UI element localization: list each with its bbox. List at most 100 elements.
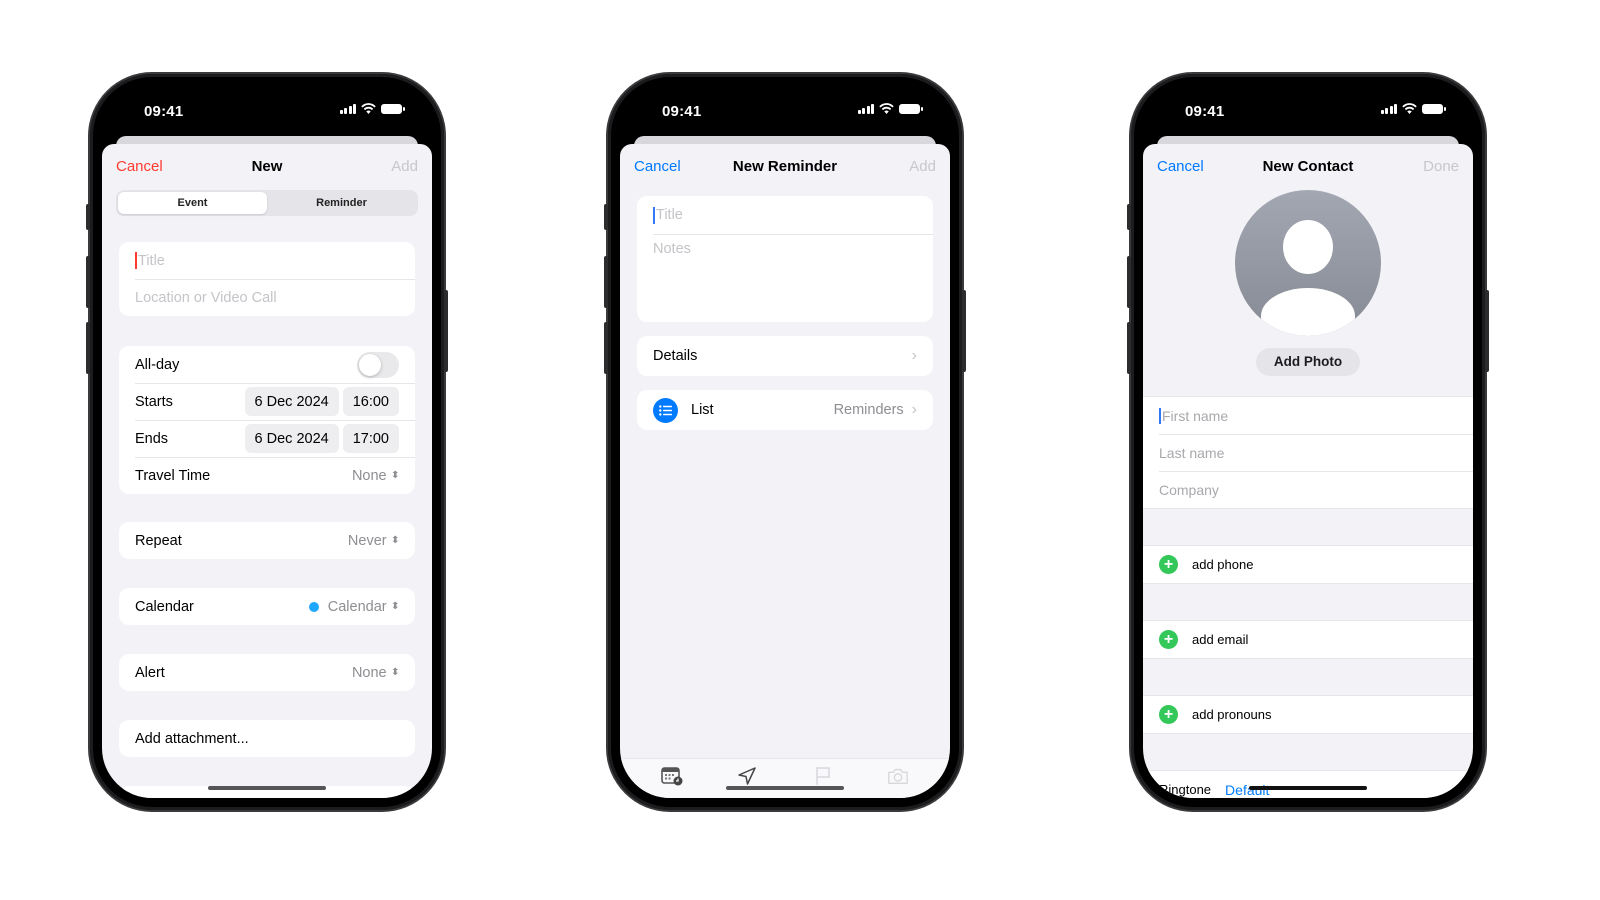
calendar-value: Calendar	[327, 598, 387, 615]
start-time-picker[interactable]: 16:00	[342, 387, 399, 416]
volume-up-button	[86, 256, 90, 308]
details-group: Details ›	[637, 336, 933, 376]
home-indicator[interactable]	[1249, 786, 1367, 790]
ringtone-label: Ringtone	[1159, 782, 1212, 797]
list-label: List	[691, 402, 714, 418]
add-button[interactable]: Add	[391, 158, 418, 175]
volume-up-button	[1127, 256, 1131, 308]
add-email-label: add email	[1192, 632, 1249, 647]
location-input[interactable]: Location or Video Call	[119, 279, 415, 316]
segment-event[interactable]: Event	[118, 192, 267, 214]
title-input[interactable]: Title	[119, 242, 415, 279]
cellular-signal-icon	[857, 103, 874, 114]
calendar-row[interactable]: Calendar Calendar ⬍	[119, 588, 415, 625]
alert-label: Alert	[135, 664, 165, 681]
cancel-button[interactable]: Cancel	[634, 158, 681, 175]
add-attachment-button[interactable]: Add attachment...	[119, 720, 415, 757]
action-button	[1127, 204, 1131, 230]
new-event-sheet: Cancel New Add Event Reminder Title Loca…	[102, 144, 432, 798]
status-bar: 09:41	[102, 86, 432, 136]
power-button	[1485, 290, 1489, 372]
screen: 09:41 Cancel New Contact Done Add Photo	[1143, 86, 1473, 798]
repeat-row[interactable]: Repeat Never ⬍	[119, 522, 415, 559]
chevron-right-icon: ›	[911, 401, 917, 418]
home-indicator[interactable]	[208, 786, 326, 790]
travel-time-value: None	[351, 467, 387, 484]
ends-label: Ends	[135, 430, 169, 447]
cellular-signal-icon	[1380, 103, 1397, 114]
new-reminder-sheet: Cancel New Reminder Add Title Notes Deta…	[620, 144, 950, 798]
travel-time-label: Travel Time	[135, 467, 211, 484]
calendar-color-dot	[308, 601, 319, 612]
location-arrow-icon[interactable]	[736, 765, 758, 787]
title-placeholder: Title	[656, 207, 683, 223]
power-button	[444, 290, 448, 372]
ringtone-row[interactable]: Ringtone Default ›	[1143, 771, 1473, 798]
calendar-clock-icon[interactable]	[660, 765, 683, 787]
all-day-row: All-day	[119, 346, 415, 383]
all-day-label: All-day	[135, 356, 180, 373]
nav-bar: Cancel New Contact Done	[1143, 144, 1473, 190]
add-pronouns-button[interactable]: + add pronouns	[1143, 696, 1473, 733]
ends-row: Ends 6 Dec 2024 17:00	[119, 420, 415, 457]
ringtone-group: Ringtone Default ›	[1143, 770, 1473, 798]
cancel-button[interactable]: Cancel	[116, 158, 163, 175]
add-photo-button[interactable]: Add Photo	[1256, 348, 1360, 376]
volume-down-button	[86, 322, 90, 374]
battery-icon	[899, 103, 923, 114]
action-button	[86, 204, 90, 230]
camera-icon[interactable]	[887, 765, 909, 787]
title-input[interactable]: Title	[637, 196, 933, 234]
company-input[interactable]: Company	[1143, 471, 1473, 508]
details-row[interactable]: Details ›	[637, 336, 933, 376]
end-date-picker[interactable]: 6 Dec 2024	[244, 424, 339, 453]
contact-avatar-placeholder[interactable]	[1235, 190, 1381, 336]
status-time: 09:41	[144, 103, 184, 120]
text-cursor	[1159, 407, 1161, 424]
first-name-input[interactable]: First name	[1143, 397, 1473, 434]
reminder-toolbar	[620, 758, 950, 798]
flag-icon[interactable]	[812, 765, 834, 787]
cellular-signal-icon	[339, 103, 356, 114]
text-cursor	[135, 252, 137, 269]
all-day-toggle[interactable]	[357, 351, 399, 378]
start-date-picker[interactable]: 6 Dec 2024	[244, 387, 339, 416]
last-name-input[interactable]: Last name	[1143, 434, 1473, 471]
cancel-button[interactable]: Cancel	[1157, 158, 1204, 175]
title-location-group: Title Location or Video Call	[119, 242, 415, 316]
title-placeholder: Title	[138, 252, 165, 269]
status-time: 09:41	[662, 103, 702, 120]
add-circle-icon: +	[1159, 705, 1178, 724]
travel-time-row[interactable]: Travel Time None ⬍	[119, 457, 415, 494]
pronouns-group: + add pronouns	[1143, 695, 1473, 734]
add-button[interactable]: Add	[909, 158, 936, 175]
list-row[interactable]: List Reminders ›	[637, 390, 933, 430]
volume-up-button	[604, 256, 608, 308]
repeat-group: Repeat Never ⬍	[119, 522, 415, 559]
add-email-button[interactable]: + add email	[1143, 621, 1473, 658]
notes-input[interactable]: Notes	[637, 234, 933, 322]
event-reminder-segmented-control: Event Reminder	[116, 190, 418, 216]
avatar-head-shape	[1283, 220, 1333, 274]
status-bar: 09:41	[1143, 86, 1473, 136]
attachment-group: Add attachment...	[119, 720, 415, 757]
add-phone-label: add phone	[1192, 557, 1254, 572]
chevron-right-icon: ›	[911, 347, 917, 364]
repeat-label: Repeat	[135, 532, 182, 549]
add-pronouns-label: add pronouns	[1192, 707, 1272, 722]
status-bar: 09:41	[620, 86, 950, 136]
alert-value: None	[351, 664, 387, 681]
done-button[interactable]: Done	[1423, 158, 1459, 175]
chevron-up-down-icon: ⬍	[390, 666, 400, 678]
calendar-label: Calendar	[135, 598, 194, 615]
alert-row[interactable]: Alert None ⬍	[119, 654, 415, 691]
segment-reminder[interactable]: Reminder	[267, 192, 416, 214]
list-bullets-icon	[653, 397, 678, 423]
end-time-picker[interactable]: 17:00	[342, 424, 399, 453]
wifi-icon	[361, 103, 376, 114]
action-button	[604, 204, 608, 230]
wifi-icon	[879, 103, 894, 114]
home-indicator[interactable]	[726, 786, 844, 790]
add-phone-button[interactable]: + add phone	[1143, 546, 1473, 583]
power-button	[962, 290, 966, 372]
